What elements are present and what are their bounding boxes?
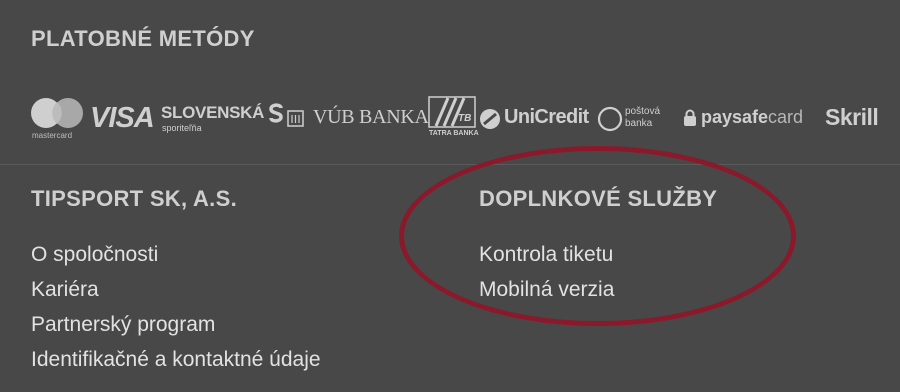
- company-title: TIPSPORT SK, A.S.: [31, 186, 237, 211]
- paysafecard-logo: paysafecard: [683, 106, 823, 132]
- link-partnersky-program[interactable]: Partnerský program: [31, 307, 321, 342]
- padlock-icon: [684, 109, 696, 126]
- link-identifikacne-udaje[interactable]: Identifikačné a kontaktné údaje: [31, 342, 321, 377]
- slovenska-sporitelna-logo: SLOVENSKÁ sporiteľňa: [161, 103, 283, 137]
- services-links: Kontrola tiketu Mobilná verzia: [479, 237, 614, 307]
- postova-text-1: poštová: [625, 106, 661, 117]
- vub-emblem-icon: [287, 110, 304, 127]
- services-title: DOPLNKOVÉ SLUŽBY: [479, 186, 718, 211]
- company-links: O spoločnosti Kariéra Partnerský program…: [31, 237, 321, 377]
- payment-logos: mastercard VISA SLOVENSKÁ sporiteľňa VÚB…: [30, 96, 892, 142]
- unicredit-logo: UniCredit: [479, 106, 597, 132]
- slovenska-text: SLOVENSKÁ: [161, 103, 265, 122]
- skrill-logo: Skrill: [825, 104, 879, 130]
- link-kariera[interactable]: Kariéra: [31, 272, 321, 307]
- link-kontrola-tiketu[interactable]: Kontrola tiketu: [479, 237, 614, 272]
- sporitelna-text: sporiteľňa: [162, 123, 202, 133]
- link-o-spolocnosti[interactable]: O spoločnosti: [31, 237, 321, 272]
- paysafe-bold-text: paysafe: [701, 107, 769, 127]
- mastercard-logo: mastercard: [30, 96, 88, 142]
- postova-text-2: banka: [625, 118, 653, 129]
- link-mobilna-verzia[interactable]: Mobilná verzia: [479, 272, 614, 307]
- payment-methods-title: PLATOBNÉ METÓDY: [31, 26, 255, 51]
- paysafe-light-text: card: [768, 107, 804, 127]
- tatra-mark-text: TB: [458, 113, 472, 124]
- unicredit-text: UniCredit: [504, 106, 589, 128]
- mastercard-circles-icon: [31, 98, 83, 128]
- mastercard-text: mastercard: [32, 131, 73, 140]
- visa-logo: VISA: [90, 102, 155, 134]
- vub-text: VÚB BANKA: [313, 106, 429, 128]
- unicredit-emblem-icon: [480, 109, 500, 129]
- section-divider: [0, 164, 900, 165]
- vub-banka-logo: VÚB BANKA: [286, 106, 429, 132]
- postova-banka-logo: poštová banka: [597, 105, 661, 135]
- tatra-banka-logo: TB TATRA BANKA: [428, 96, 479, 142]
- sporitelna-s-icon: [269, 103, 283, 123]
- tatra-text: TATRA BANKA: [429, 130, 479, 137]
- postova-banka-emblem-icon: [597, 106, 623, 132]
